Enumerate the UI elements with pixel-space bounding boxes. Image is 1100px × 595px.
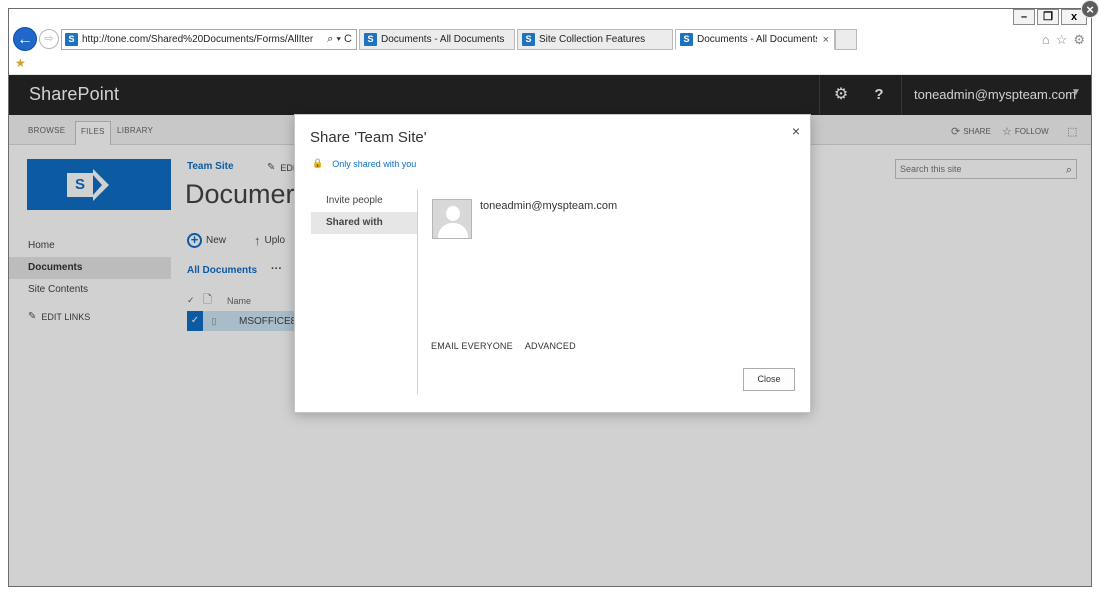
address-url[interactable]: http://tone.com/Shared%20Documents/Forms… [82,34,327,45]
avatar-head-shape [446,206,460,221]
tab-label: Documents - All Documents [381,34,505,45]
avatar-body-shape [438,223,468,238]
screenshot-close-icon[interactable]: × [1081,0,1099,18]
dialog-links: EMAIL EVERYONE ADVANCED [431,341,576,351]
tools-gear-icon[interactable]: ⚙ [1073,32,1085,48]
shared-status-label: Only shared with you [332,158,417,169]
sharepoint-favicon-icon: S [680,33,693,46]
browser-window: – ❐ x ← ⇨ S http://tone.com/Shared%20Doc… [8,8,1092,587]
tab-documents-1[interactable]: S Documents - All Documents [359,29,515,50]
dialog-title: Share 'Team Site' [310,129,427,146]
sharepoint-favicon-icon: S [65,33,78,46]
dialog-tab-invite-people[interactable]: Invite people [311,190,417,212]
restore-button[interactable]: ❐ [1037,9,1059,25]
close-button[interactable]: Close [743,368,795,391]
tab-close-icon[interactable]: × [823,34,829,46]
dialog-nav: Invite people Shared with [311,190,417,234]
add-favorite-icon[interactable]: ★ [15,56,26,70]
minimize-button[interactable]: – [1013,9,1035,25]
home-icon[interactable]: ⌂ [1042,32,1050,48]
dialog-tab-shared-with[interactable]: Shared with [311,212,417,234]
favorites-star-icon[interactable]: ☆ [1056,32,1068,48]
favorites-bar: ★ [9,53,1091,75]
share-dialog: × Share 'Team Site' 🔒 Only shared with y… [294,114,811,413]
sharepoint-favicon-icon: S [522,33,535,46]
address-bar[interactable]: S http://tone.com/Shared%20Documents/For… [61,29,357,50]
tab-label: Documents - All Documents [697,34,817,45]
sharepoint-favicon-icon: S [364,33,377,46]
browser-nav-row: ← ⇨ S http://tone.com/Shared%20Documents… [9,27,1091,53]
tab-documents-active[interactable]: S Documents - All Documents × [675,29,835,50]
tab-label: Site Collection Features [539,34,646,45]
advanced-link[interactable]: ADVANCED [525,341,576,351]
window-controls: – ❐ x [1013,9,1087,25]
shared-status[interactable]: 🔒 Only shared with you [312,158,416,169]
dialog-close-icon[interactable]: × [792,123,800,139]
address-controls[interactable]: ⌕ ▾ C [327,33,352,46]
lock-icon: 🔒 [312,158,324,168]
tab-site-collection-features[interactable]: S Site Collection Features [517,29,673,50]
new-tab-button[interactable] [835,29,857,50]
forward-button[interactable]: ⇨ [39,29,59,49]
dialog-divider [417,190,418,394]
browser-icons: ⌂ ☆ ⚙ [1042,32,1085,48]
email-everyone-link[interactable]: EMAIL EVERYONE [431,341,513,351]
shared-user-name[interactable]: toneadmin@myspteam.com [480,200,617,212]
back-button[interactable]: ← [13,27,37,51]
avatar [432,199,472,239]
